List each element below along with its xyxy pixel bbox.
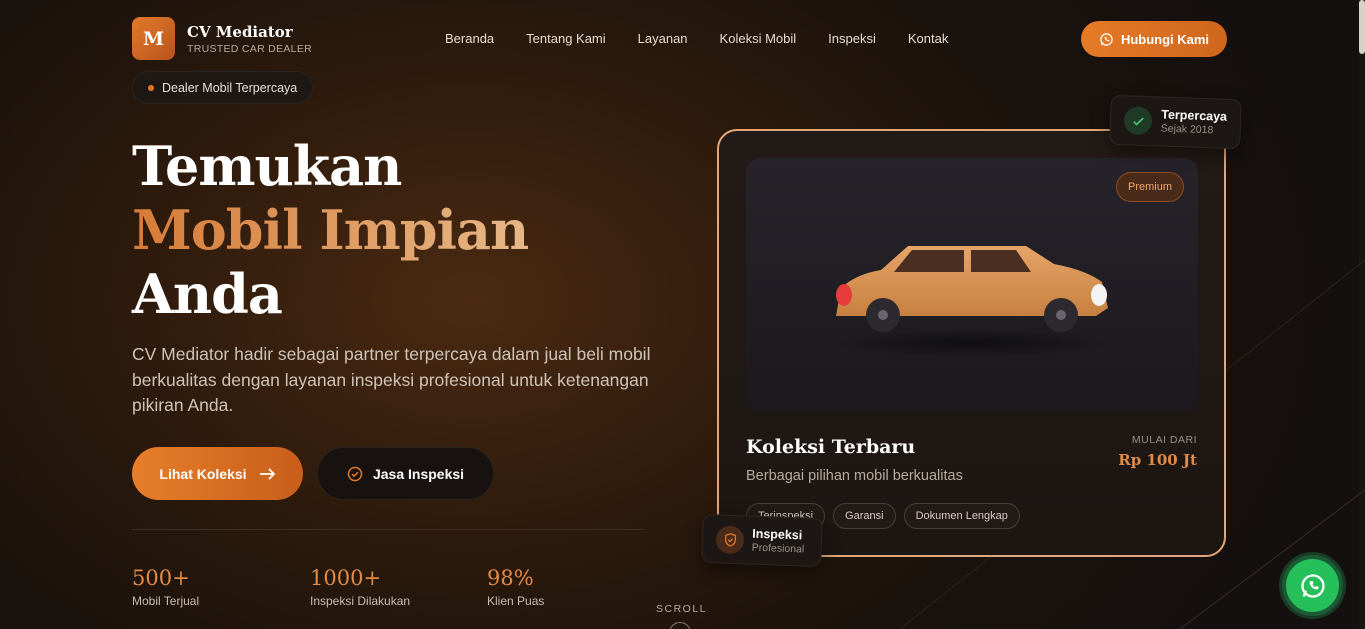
- scrollbar-track[interactable]: [1359, 0, 1365, 629]
- brand-tagline: TRUSTED CAR DEALER: [187, 42, 313, 55]
- check-icon: [1123, 106, 1153, 136]
- inspection-subtitle: Profesional: [751, 541, 805, 555]
- trust-badge: Dealer Mobil Terpercaya: [132, 71, 314, 104]
- scroll-indicator-label: SCROLL: [656, 603, 708, 615]
- main-nav: Beranda Tentang Kami Layanan Koleksi Mob…: [445, 31, 980, 46]
- check-circle-icon: [347, 466, 363, 481]
- inspection-service-button[interactable]: Jasa Inspeksi: [317, 447, 494, 500]
- nav-kontak[interactable]: Kontak: [908, 31, 948, 46]
- brand-logo[interactable]: M CV Mediator TRUSTED CAR DEALER: [132, 17, 312, 60]
- tag-complete-documents: Dokumen Lengkap: [903, 503, 1020, 529]
- stat-value: 1000+: [310, 566, 382, 590]
- card-subtitle: Berbagai pilihan mobil berkualitas: [746, 468, 963, 484]
- trust-badge-label: Dealer Mobil Terpercaya: [162, 80, 298, 95]
- inspection-title: Inspeksi: [752, 526, 803, 542]
- stat-satisfied-clients: 98% Klien Puas: [487, 564, 544, 608]
- nav-tentang-kami[interactable]: Tentang Kami: [526, 31, 606, 46]
- car-image: Premium: [746, 158, 1198, 412]
- contact-button[interactable]: Hubungi Kami: [1081, 21, 1227, 57]
- stat-label: Klien Puas: [487, 594, 545, 608]
- badge-dot-icon: [148, 84, 154, 91]
- stat-value: 500+: [132, 566, 190, 590]
- nav-layanan[interactable]: Layanan: [638, 31, 688, 46]
- featured-card[interactable]: Premium Koleksi Terbaru Berbagai pilihan…: [717, 129, 1226, 557]
- hero-title-line-2: Mobil Impian: [132, 198, 529, 262]
- inspection-floating-badge: Inspeksi Profesional: [701, 513, 823, 568]
- tag-warranty: Garansi: [833, 503, 896, 529]
- nav-koleksi-mobil[interactable]: Koleksi Mobil: [720, 31, 797, 46]
- view-collection-button[interactable]: Lihat Koleksi: [132, 447, 303, 500]
- stat-value: 98%: [487, 566, 534, 590]
- trusted-subtitle: Sejak 2018: [1160, 122, 1214, 137]
- stat-inspections: 1000+ Inspeksi Dilakukan: [310, 564, 410, 608]
- hero-description: CV Mediator hadir sebagai partner terper…: [132, 344, 651, 415]
- trusted-floating-badge: Terpercaya Sejak 2018: [1109, 94, 1242, 150]
- stat-label: Mobil Terjual: [132, 594, 200, 608]
- stat-cars-sold: 500+ Mobil Terjual: [132, 564, 199, 608]
- scrollbar-thumb[interactable]: [1359, 0, 1365, 54]
- brand-name: CV Mediator: [187, 22, 293, 41]
- scroll-indicator-icon[interactable]: [669, 622, 691, 629]
- hero-title-line-1: Temukan: [132, 134, 402, 198]
- card-title: Koleksi Terbaru: [746, 436, 916, 458]
- nav-inspeksi[interactable]: Inspeksi: [828, 31, 876, 46]
- logo-mark: M: [132, 17, 175, 60]
- hero-title-line-3: Anda: [132, 262, 283, 326]
- stat-label: Inspeksi Dilakukan: [310, 594, 411, 608]
- hero-divider: [132, 529, 644, 530]
- hero-title: Temukan Mobil Impian Anda: [132, 134, 529, 326]
- whatsapp-icon: [1300, 573, 1325, 598]
- car-icon: [830, 246, 1114, 357]
- inspection-service-label: Jasa Inspeksi: [372, 465, 465, 482]
- price-value: Rp 100 Jt: [1118, 451, 1197, 469]
- arrow-right-icon: [259, 467, 275, 480]
- whatsapp-icon: [1100, 32, 1113, 46]
- price-label: MULAI DARI: [1131, 434, 1197, 446]
- whatsapp-float-button[interactable]: [1282, 555, 1343, 616]
- shield-icon: [715, 524, 745, 554]
- view-collection-label: Lihat Koleksi: [159, 465, 247, 482]
- contact-button-label: Hubungi Kami: [1120, 31, 1210, 47]
- nav-beranda[interactable]: Beranda: [445, 31, 494, 46]
